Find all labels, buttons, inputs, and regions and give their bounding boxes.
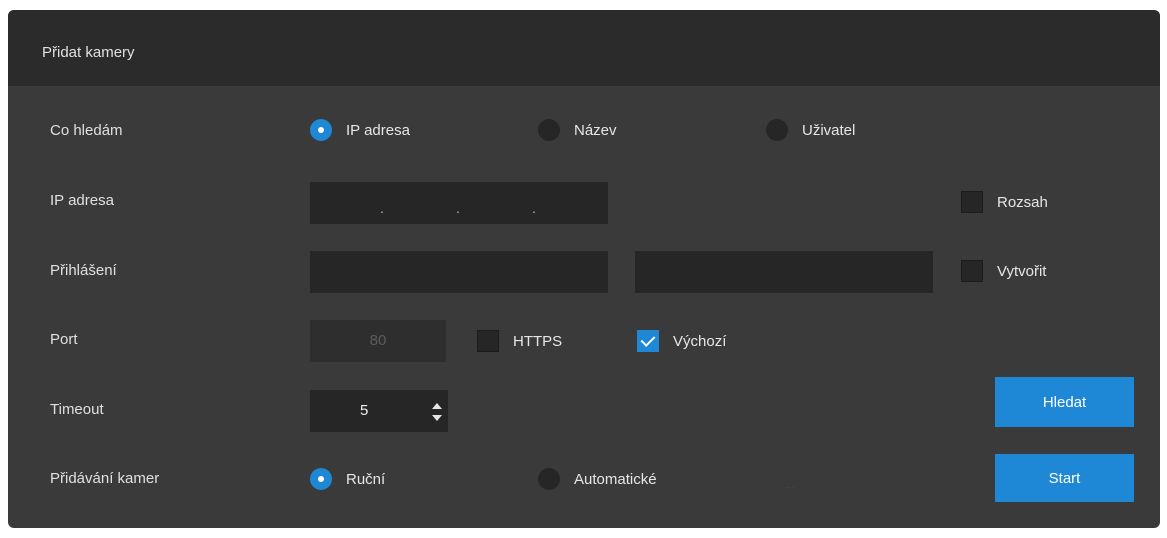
port-label: Port [50,331,78,348]
dialog-title: Přidat kamery [42,44,135,61]
radio-automatic-label: Automatické [574,470,657,488]
ip-separator-1: . [380,200,384,216]
timeout-stepper[interactable]: 5 [310,390,448,432]
increment-arrow-icon[interactable] [432,403,442,409]
progress-dots: ... [786,480,795,491]
https-checkbox-box [477,330,499,352]
login-label: Přihlášení [50,262,117,279]
dialog-header: Přidat kamery [8,10,1160,86]
search-mode-label: Co hledám [50,122,123,139]
default-checkbox-label: Výchozí [673,332,727,350]
decrement-arrow-icon[interactable] [432,415,442,421]
radio-manual[interactable]: Ruční [310,468,385,490]
create-checkbox-box [961,260,983,282]
start-button[interactable]: Start [995,454,1134,502]
https-checkbox-label: HTTPS [513,332,563,350]
search-button[interactable]: Hledat [995,377,1134,427]
radio-ip-address[interactable]: IP adresa [310,119,410,141]
https-checkbox[interactable]: HTTPS [477,330,562,352]
default-checkbox[interactable]: Výchozí [637,330,726,352]
range-checkbox[interactable]: Rozsah [961,191,1048,213]
radio-user-indicator [766,119,788,141]
timeout-label: Timeout [50,401,104,418]
radio-user-label: Uživatel [802,121,856,139]
password-input[interactable] [635,251,933,293]
radio-ip-address-label: IP adresa [346,121,410,139]
radio-manual-label: Ruční [346,470,386,488]
ip-address-input[interactable]: . . . [310,182,608,224]
ip-separator-3: . [532,200,536,216]
ip-separator-2: . [456,200,460,216]
radio-automatic-indicator [538,468,560,490]
radio-user[interactable]: Uživatel [766,119,855,141]
radio-name[interactable]: Název [538,119,617,141]
range-checkbox-box [961,191,983,213]
create-checkbox[interactable]: Vytvořit [961,260,1046,282]
add-cameras-dialog: Přidat kamery Co hledám IP adresa Název … [8,10,1160,528]
port-input[interactable]: 80 [310,320,446,362]
ip-address-label: IP adresa [50,192,114,209]
default-checkbox-box [637,330,659,352]
range-checkbox-label: Rozsah [997,193,1048,211]
username-input[interactable] [310,251,608,293]
create-checkbox-label: Vytvořit [997,262,1047,280]
radio-manual-indicator [310,468,332,490]
radio-name-indicator [538,119,560,141]
radio-name-label: Název [574,121,617,139]
radio-ip-address-indicator [310,119,332,141]
adding-mode-label: Přidávání kamer [50,470,160,487]
timeout-value: 5 [360,402,369,419]
radio-automatic[interactable]: Automatické [538,468,657,490]
